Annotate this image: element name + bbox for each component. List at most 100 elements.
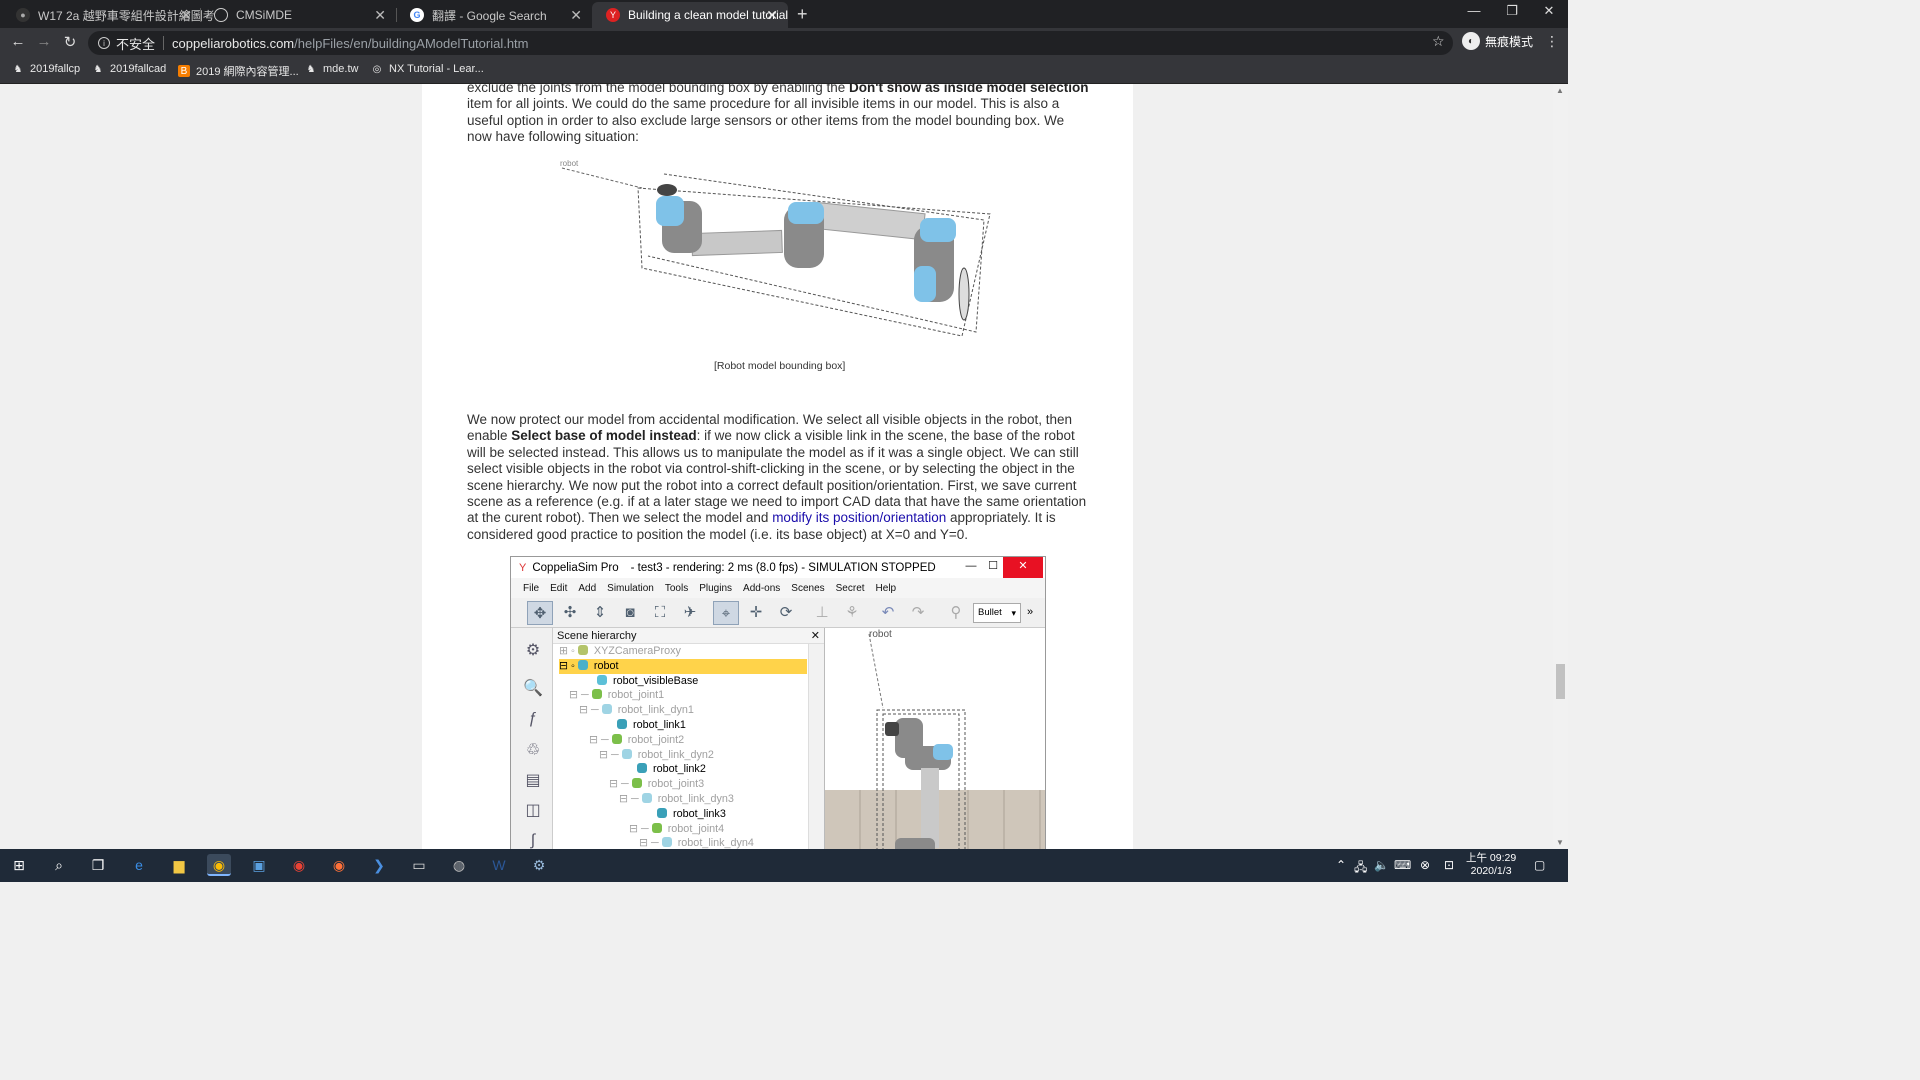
firefox-icon[interactable]: ◉ — [327, 854, 351, 876]
bookmark-label: 2019 網際內容管理... — [196, 66, 299, 78]
bookmark-item[interactable]: ♞ 2019fallcad — [92, 63, 167, 75]
close-icon: ✕ — [1003, 557, 1043, 578]
tree-node: ⊟ ─ robot_link_dyn3 — [619, 793, 734, 805]
volume-icon[interactable]: 🔈 — [1374, 858, 1389, 872]
close-icon[interactable]: ✕ — [570, 7, 582, 24]
joint-object-icon — [591, 689, 602, 700]
coppeliasim-screenshot: Y CoppeliaSim Pro - test3 - rendering: 2… — [510, 556, 1046, 849]
tree-node-label: XYZCameraProxy — [593, 645, 681, 657]
joint-object-icon — [651, 822, 662, 833]
word-icon[interactable]: W — [487, 854, 511, 876]
bookmark-item[interactable]: ◎ NX Tutorial - Lear... — [371, 63, 484, 75]
tree-node-label: robot_link3 — [673, 807, 726, 820]
globe-icon: ◎ — [372, 63, 382, 75]
powershell-icon[interactable]: ❯ — [367, 854, 391, 876]
tab-3[interactable]: G 翻譯 - Google Search ✕ — [396, 2, 592, 28]
keyboard-icon[interactable]: ⌨ — [1394, 858, 1411, 872]
google-icon: G — [410, 8, 424, 22]
close-icon[interactable]: ✕ — [766, 7, 778, 24]
close-icon: ✕ — [810, 630, 820, 642]
tree-node: ⊟ ─ robot_joint4 — [629, 822, 725, 835]
new-tab-button[interactable]: + — [797, 4, 808, 25]
notification-icon[interactable]: ▢ — [1534, 858, 1545, 872]
bookmark-star-icon[interactable]: ☆ — [1432, 33, 1445, 50]
bookmark-item[interactable]: B 2019 網際內容管理... — [178, 63, 299, 79]
camera-object-icon — [577, 645, 588, 655]
forward-icon[interactable]: → — [34, 33, 54, 50]
scene-hierarchy-header: Scene hierarchy ✕ — [553, 628, 824, 644]
back-icon[interactable]: ← — [8, 33, 28, 50]
tab-title: 翻譯 - Google Search — [432, 8, 547, 23]
tab-2[interactable]: CMSiMDE ✕ — [200, 2, 396, 28]
info-icon[interactable]: i — [98, 37, 110, 49]
camera-angle-icon: ◙ — [625, 604, 635, 621]
tree-node-label: robot_link_dyn3 — [657, 793, 734, 805]
address-bar[interactable]: i 不安全 coppeliarobotics.com /helpFiles/en… — [88, 31, 1453, 55]
scene-hierarchy-title: Scene hierarchy — [557, 630, 637, 642]
minimize-icon[interactable]: — — [1456, 3, 1492, 18]
physics-engine-select: Bullet — [973, 603, 1021, 623]
bookmark-item[interactable]: ♞ 2019fallcp — [12, 63, 81, 75]
tree-node-label: robot_joint2 — [627, 733, 685, 746]
reload-icon[interactable]: ↻ — [60, 33, 80, 51]
object-rotate-icon: ⟳ — [779, 604, 793, 621]
ime-mode-icon[interactable]: ⊡ — [1444, 858, 1454, 872]
close-icon[interactable]: ✕ — [374, 7, 386, 24]
ime-icon[interactable]: ⊗ — [1420, 858, 1430, 872]
shape-object-icon — [597, 674, 607, 685]
chrome-icon[interactable]: ◉ — [207, 854, 231, 876]
tree-node-label: robot_link_dyn1 — [617, 704, 694, 717]
incognito-indicator[interactable]: ◐ 無痕模式 — [1462, 32, 1533, 50]
clock-time: 上午 09:29 — [1466, 852, 1517, 864]
network-icon[interactable]: 🖧 — [1354, 858, 1367, 879]
bookmark-item[interactable]: ♞ mde.tw — [305, 63, 359, 75]
file-explorer-icon[interactable]: ▆ — [167, 854, 191, 876]
bookmark-favicon-icon: ♞ — [306, 63, 316, 75]
app-icon[interactable]: ▣ — [247, 854, 271, 876]
tab-1[interactable]: ● W17 2a 越野車零組件設計繪圖考 ✕ — [2, 2, 215, 28]
system-clock[interactable]: 上午 09:29 2020/1/3 — [1466, 852, 1516, 878]
app-menu-bar: File Edit Add Simulation Tools Plugins A… — [511, 578, 1045, 598]
click-select-icon: ⌖ — [713, 601, 739, 625]
object-shift-icon: ✛ — [749, 604, 763, 621]
blogger-icon: B — [178, 65, 190, 77]
restore-icon[interactable]: ❐ — [1494, 3, 1530, 19]
close-window-icon[interactable]: ✕ — [1531, 3, 1567, 19]
menu-add: Add — [578, 582, 597, 594]
text-run: item for all joints. We could do the sam… — [467, 96, 1065, 145]
menu-simulation: Simulation — [607, 582, 654, 594]
hierarchy-scrollbar — [808, 644, 824, 849]
tab-4-active[interactable]: Y Building a clean model tutorial ✕ — [592, 2, 788, 28]
windows-taskbar: ⊞ ⌕ ❐ e ▆ ◉ ▣ ◉ ◉ ❯ ▭ ◍ W ⚙ ⌃ 🖧 🔈 ⌨ ⊗ ⊡ … — [0, 849, 1568, 882]
chrome-icon[interactable]: ◉ — [287, 854, 311, 876]
url-path: /helpFiles/en/buildingAModelTutorial.htm — [294, 35, 529, 51]
path-icon: ∫ — [530, 832, 536, 849]
settings-icon: ⚙ — [525, 642, 541, 659]
search-icon[interactable]: ⌕ — [47, 854, 71, 876]
fit-to-view-icon: ⛶ — [654, 604, 666, 621]
app-toolbar: ✥ ✣ ⇕ ◙ ⛶ ✈ ⌖ ✛ ⟳ ⊥ ⚘ ↶ ↷ ⚲ Bullet » — [511, 598, 1045, 628]
edge-icon[interactable]: e — [127, 854, 151, 876]
scroll-up-icon[interactable]: ▲ — [1556, 86, 1564, 95]
globe-icon — [214, 8, 228, 22]
tree-node-selected: ⊟ ◦ robot — [559, 658, 807, 674]
app-icon[interactable]: ◍ — [447, 854, 471, 876]
task-view-icon[interactable]: ❐ — [86, 854, 110, 876]
terminal-icon[interactable]: ▭ — [407, 854, 431, 876]
tree-node: ⊟ ─ robot_link_dyn2 — [599, 748, 714, 761]
shape-object-icon — [641, 793, 652, 803]
position-orientation-link[interactable]: modify its position/orientation — [772, 510, 946, 525]
scroll-down-icon[interactable]: ▼ — [1556, 838, 1564, 847]
page-scrollbar[interactable]: ▲ ▼ — [1553, 84, 1568, 849]
menu-icon[interactable]: ⋮ — [1545, 33, 1559, 50]
transfer-dna-icon: ⚘ — [845, 604, 859, 621]
scrollbar-thumb[interactable] — [1556, 664, 1565, 699]
shape-object-icon — [601, 704, 612, 715]
coppeliasim-icon[interactable]: ⚙ — [527, 854, 551, 876]
close-icon[interactable]: ✕ — [180, 7, 192, 24]
assemble-icon: ⊥ — [815, 604, 829, 621]
tree-node-label: robot_visibleBase — [613, 674, 699, 687]
tray-chevron-icon[interactable]: ⌃ — [1336, 858, 1346, 872]
windows-start-icon[interactable]: ⊞ — [7, 854, 31, 876]
incognito-label: 無痕模式 — [1485, 34, 1534, 49]
